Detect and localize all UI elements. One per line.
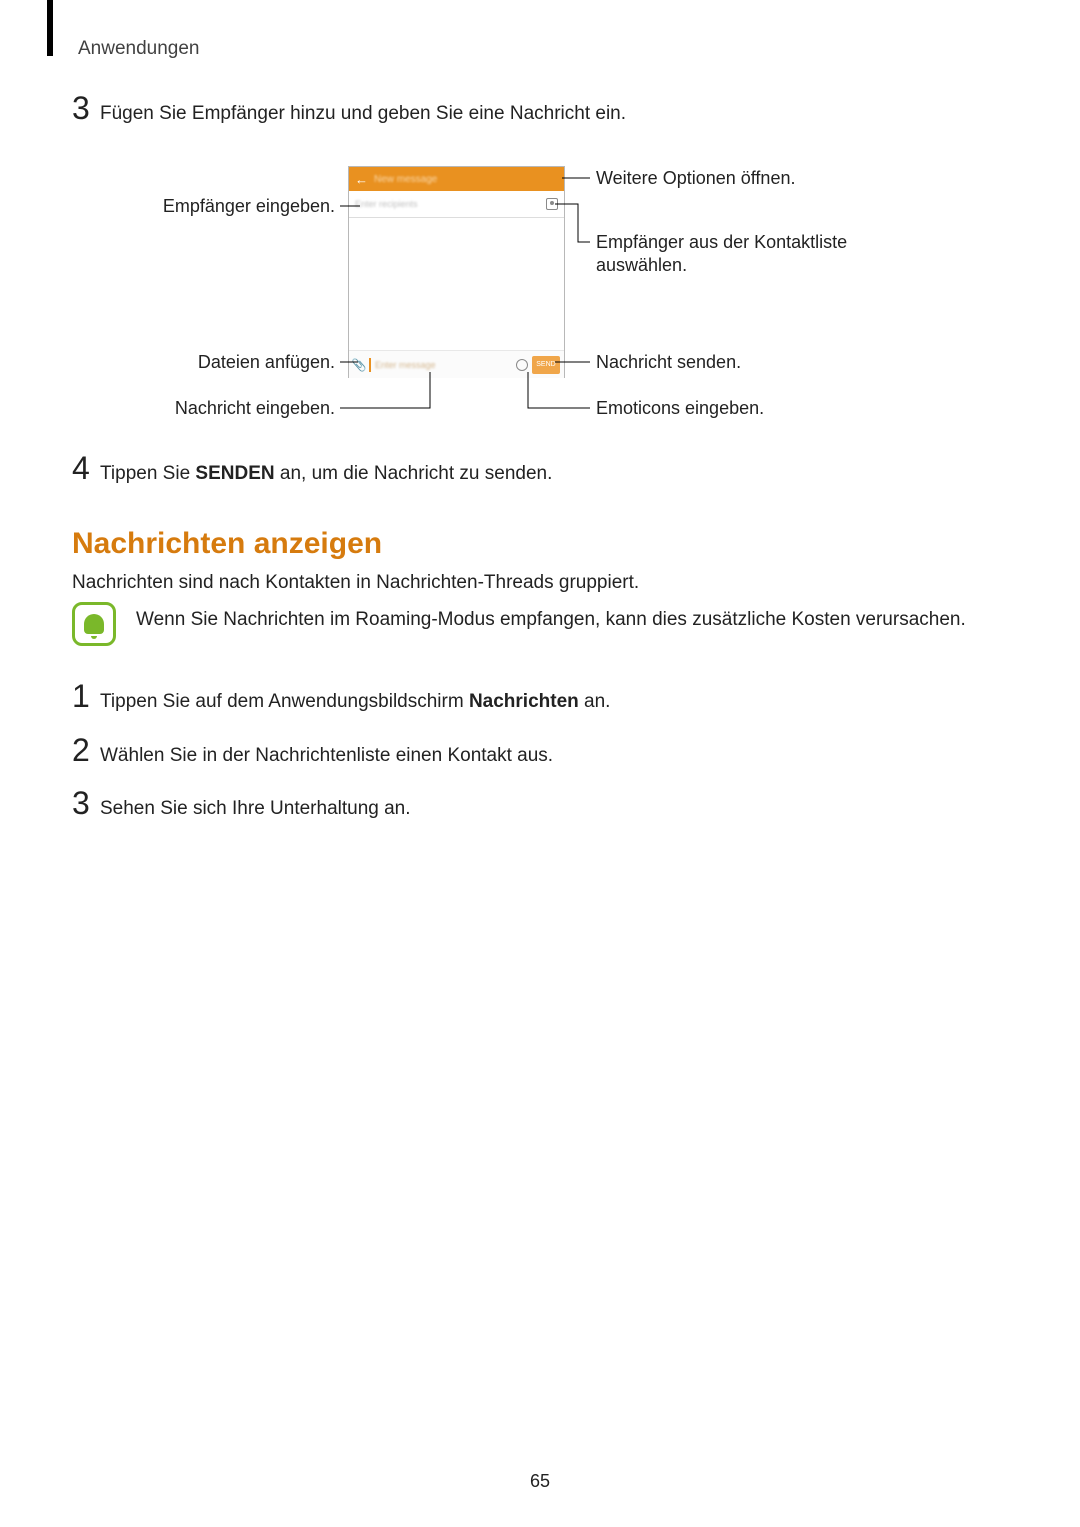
step-4-row: 4 Tippen Sie SENDEN an, um die Nachricht… <box>72 452 1010 488</box>
step-4-text: Tippen Sie SENDEN an, um die Nachricht z… <box>100 453 552 488</box>
page-number: 65 <box>0 1471 1080 1492</box>
sub-step-1-number: 1 <box>72 680 100 712</box>
step-4-prefix: Tippen Sie <box>100 463 195 484</box>
section-title-view-messages: Nachrichten anzeigen <box>72 527 382 561</box>
sub-step-2: 2 Wählen Sie in der Nachrichtenliste ein… <box>72 734 1010 770</box>
bell-note-icon <box>72 602 116 646</box>
bell-icon <box>84 614 104 634</box>
sub-step-3: 3 Sehen Sie sich Ihre Unterhaltung an. <box>72 787 1010 823</box>
sub-step-2-number: 2 <box>72 734 100 766</box>
sub-step-3-text: Sehen Sie sich Ihre Unterhaltung an. <box>100 790 411 823</box>
sub-step-2-text: Wählen Sie in der Nachrichtenliste einen… <box>100 737 553 770</box>
sub-step-1-text: Tippen Sie auf dem Anwendungsbildschirm … <box>100 683 610 716</box>
sub-step-1-bold: Nachrichten <box>469 691 579 712</box>
sub-step-1-prefix: Tippen Sie auf dem Anwendungsbildschirm <box>100 691 469 712</box>
sub-step-1: 1 Tippen Sie auf dem Anwendungsbildschir… <box>72 680 1010 716</box>
step-4-suffix: an, um die Nachricht zu senden. <box>275 463 553 484</box>
section-paragraph: Nachrichten sind nach Kontakten in Nachr… <box>72 572 1010 594</box>
note-row: Wenn Sie Nachrichten im Roaming-Modus em… <box>72 602 1010 646</box>
leader-lines <box>0 0 1080 500</box>
sub-step-1-suffix: an. <box>579 691 611 712</box>
sub-steps-list: 1 Tippen Sie auf dem Anwendungsbildschir… <box>72 680 1010 841</box>
step-4-bold: SENDEN <box>195 463 274 484</box>
note-text: Wenn Sie Nachrichten im Roaming-Modus em… <box>136 602 966 635</box>
sub-step-3-prefix: Sehen Sie sich Ihre Unterhaltung an. <box>100 798 411 819</box>
sub-step-2-prefix: Wählen Sie in der Nachrichtenliste einen… <box>100 745 553 766</box>
sub-step-3-number: 3 <box>72 787 100 819</box>
step-4-number: 4 <box>72 452 100 484</box>
